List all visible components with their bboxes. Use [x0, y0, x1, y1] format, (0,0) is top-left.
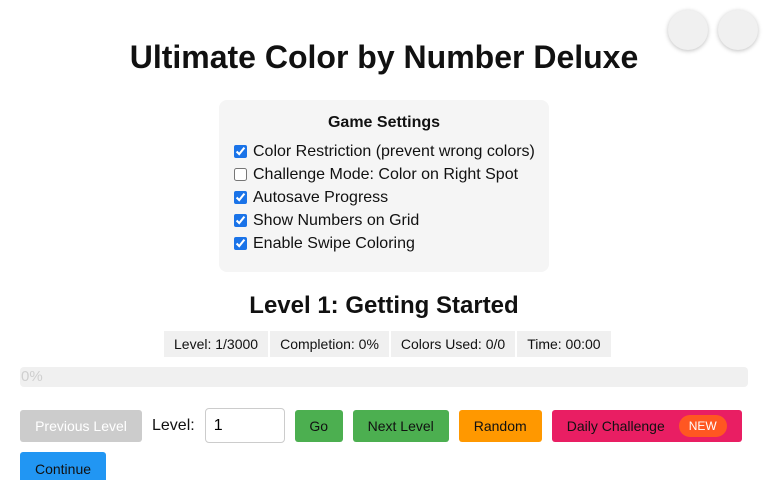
setting-label: Autosave Progress [253, 188, 389, 206]
setting-color-restriction: Color Restriction (prevent wrong colors) [233, 140, 535, 163]
color-restriction-checkbox[interactable] [234, 145, 247, 158]
next-level-button[interactable]: Next Level [352, 409, 449, 442]
stats-bar: Level: 1/3000 Completion: 0% Colors Used… [164, 331, 611, 357]
setting-label: Color Restriction (prevent wrong colors) [253, 142, 535, 160]
progress-text: 0% [21, 368, 43, 385]
level-title: Level 1: Getting Started [249, 292, 519, 319]
progress-bar: 0% [20, 367, 748, 387]
level-input[interactable] [204, 408, 285, 443]
swipe-coloring-checkbox[interactable] [234, 237, 247, 250]
page-title: Ultimate Color by Number Deluxe [129, 39, 639, 75]
stat-completion: Completion: 0% [270, 331, 389, 357]
challenge-mode-checkbox[interactable] [234, 168, 247, 181]
setting-autosave: Autosave Progress [233, 186, 535, 209]
settings-title: Game Settings [327, 114, 441, 131]
level-controls: Previous Level Level: Go Next Level Rand… [20, 408, 742, 443]
level-input-label: Level: [152, 416, 195, 434]
daily-challenge-button[interactable]: Daily Challenge NEW [551, 409, 742, 442]
setting-label: Show Numbers on Grid [253, 211, 420, 229]
setting-swipe-coloring: Enable Swipe Coloring [233, 232, 535, 255]
show-numbers-checkbox[interactable] [234, 214, 247, 227]
previous-level-button[interactable]: Previous Level [20, 409, 142, 442]
stat-colors-used: Colors Used: 0/0 [390, 331, 516, 357]
continue-button[interactable]: Continue [20, 452, 106, 480]
go-button[interactable]: Go [294, 409, 343, 442]
setting-challenge-mode: Challenge Mode: Color on Right Spot [233, 163, 535, 186]
game-settings-panel: Game Settings Color Restriction (prevent… [219, 100, 549, 272]
daily-challenge-label: Daily Challenge [566, 417, 665, 434]
setting-label: Enable Swipe Coloring [253, 234, 415, 252]
setting-show-numbers: Show Numbers on Grid [233, 209, 535, 232]
autosave-checkbox[interactable] [234, 191, 247, 204]
random-button[interactable]: Random [458, 409, 542, 442]
new-badge: NEW [678, 414, 727, 437]
stat-time: Time: 00:00 [517, 331, 611, 357]
game-page: Ultimate Color by Number Deluxe Game Set… [0, 0, 768, 480]
stat-level: Level: 1/3000 [164, 331, 269, 357]
setting-label: Challenge Mode: Color on Right Spot [253, 165, 519, 183]
